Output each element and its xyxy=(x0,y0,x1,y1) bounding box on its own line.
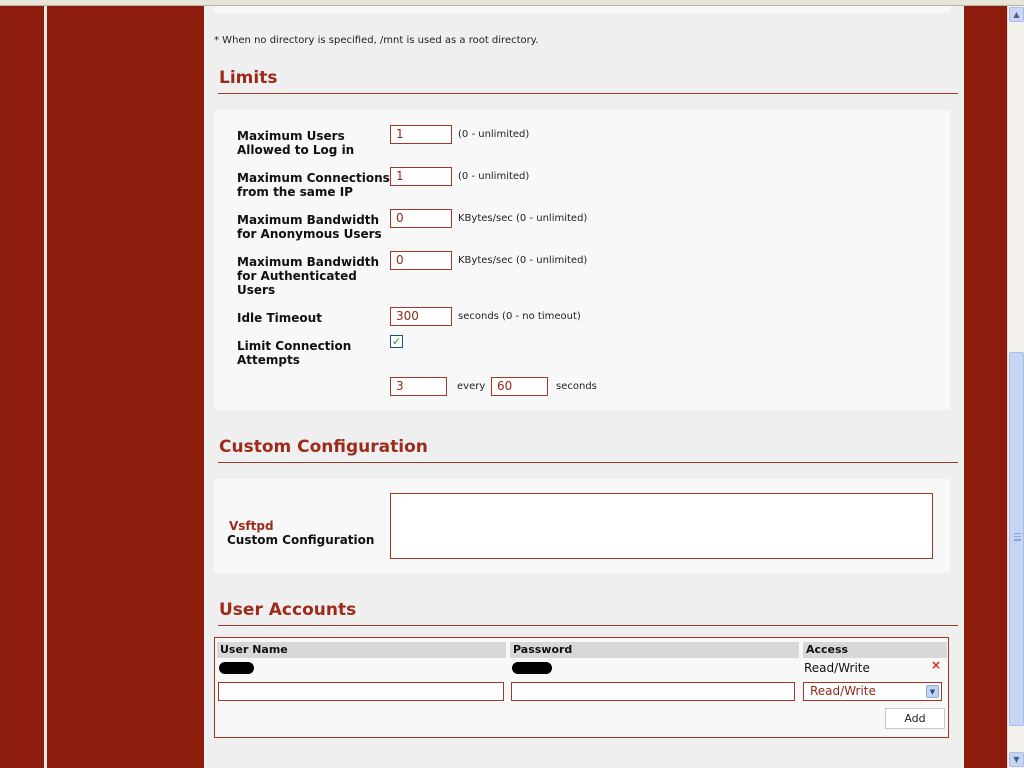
redacted-username xyxy=(219,662,254,674)
idle-timeout-input[interactable]: 300 xyxy=(390,307,452,326)
redacted-password xyxy=(512,662,552,674)
max-bandwidth-auth-hint: KBytes/sec (0 - unlimited) xyxy=(458,255,588,266)
vsftpd-label: Vsftpd xyxy=(229,519,274,533)
user-accounts-section-title: User Accounts xyxy=(219,600,357,620)
limits-section-title: Limits xyxy=(219,68,278,88)
idle-timeout-hint: seconds (0 - no timeout) xyxy=(458,311,581,322)
custom-config-section-rule xyxy=(218,462,958,463)
max-connections-input[interactable]: 1 xyxy=(390,167,452,186)
max-bandwidth-anon-input[interactable]: 0 xyxy=(390,209,452,228)
add-account-button[interactable]: Add xyxy=(885,708,945,729)
limit-attempts-label: Limit Connection Attempts xyxy=(237,339,352,367)
arrow-down-icon[interactable]: ▼ xyxy=(1009,752,1024,767)
col-header-user-name: User Name xyxy=(217,642,506,658)
scrollbar-grip xyxy=(1014,533,1021,541)
idle-timeout-label: Idle Timeout xyxy=(237,311,322,325)
col-header-access: Access xyxy=(803,642,947,658)
new-password-input[interactable] xyxy=(511,682,795,701)
custom-config-section-title: Custom Configuration xyxy=(219,437,428,457)
attempts-count-input[interactable]: 3 xyxy=(390,377,447,396)
account-access-value: Read/Write xyxy=(804,661,870,675)
max-bandwidth-auth-input[interactable]: 0 xyxy=(390,251,452,270)
left-gutter-line xyxy=(44,6,47,768)
check-icon: ✓ xyxy=(391,335,402,348)
max-users-input[interactable]: 1 xyxy=(390,125,452,144)
delete-x-icon[interactable]: × xyxy=(931,658,941,672)
chevron-down-icon[interactable]: ▼ xyxy=(926,685,939,698)
max-bandwidth-anon-hint: KBytes/sec (0 - unlimited) xyxy=(458,213,588,224)
arrow-up-icon[interactable]: ▲ xyxy=(1009,7,1024,22)
seconds-text: seconds xyxy=(556,381,597,392)
col-header-password: Password xyxy=(510,642,799,658)
max-connections-hint: (0 - unlimited) xyxy=(458,171,530,182)
content-area: * When no directory is specified, /mnt i… xyxy=(204,6,964,768)
limits-section-rule xyxy=(218,93,958,94)
max-connections-label: Maximum Connections from the same IP xyxy=(237,171,390,199)
max-bandwidth-auth-label: Maximum Bandwidth for Authenticated Users xyxy=(237,255,380,297)
new-access-select[interactable]: Read/Write ▼ xyxy=(803,682,942,701)
every-text: every xyxy=(457,381,486,392)
scrollbar-thumb[interactable] xyxy=(1009,352,1024,726)
right-band xyxy=(964,6,1007,768)
previous-panel-edge xyxy=(214,6,950,13)
custom-config-label: Custom Configuration xyxy=(227,533,375,547)
vertical-scrollbar[interactable]: ▲ ▼ xyxy=(1007,6,1024,768)
max-bandwidth-anon-label: Maximum Bandwidth for Anonymous Users xyxy=(237,213,382,241)
new-username-input[interactable] xyxy=(218,682,504,701)
new-access-select-value: Read/Write xyxy=(810,684,876,698)
root-directory-note: * When no directory is specified, /mnt i… xyxy=(214,35,539,46)
user-accounts-section-rule xyxy=(218,625,958,626)
max-users-label: Maximum Users Allowed to Log in xyxy=(237,129,355,157)
attempts-interval-input[interactable]: 60 xyxy=(491,377,548,396)
max-users-hint: (0 - unlimited) xyxy=(458,129,530,140)
limits-panel: Maximum Users Allowed to Log in 1 (0 - un… xyxy=(214,110,950,410)
custom-config-textarea[interactable] xyxy=(390,493,933,559)
user-accounts-table: User Name Password Access Read/Write × R… xyxy=(214,637,949,738)
limit-attempts-checkbox[interactable]: ✓ xyxy=(390,335,403,348)
